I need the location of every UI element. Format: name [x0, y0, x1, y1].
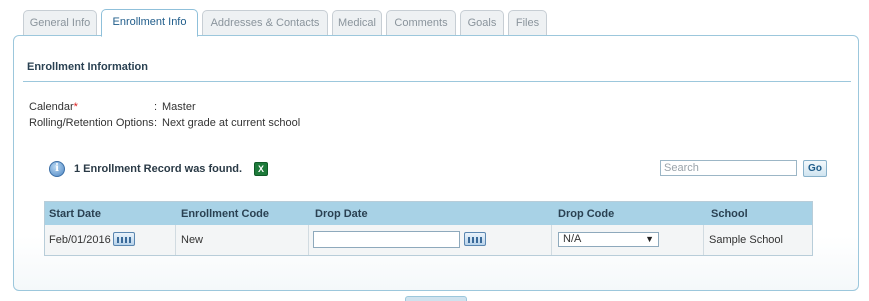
records-found-text: 1 Enrollment Record was found.	[74, 163, 243, 175]
section-divider	[23, 81, 851, 82]
school-value: Sample School	[709, 234, 783, 246]
drop-date-calendar-icon[interactable]	[464, 232, 486, 246]
tab-comments[interactable]: Comments	[386, 10, 456, 36]
tab-files[interactable]: Files	[508, 10, 547, 36]
drop-code-value: N/A	[563, 233, 582, 245]
column-school: School	[711, 208, 748, 220]
table-header: Start Date Enrollment Code Drop Date Dro…	[45, 202, 812, 225]
info-icon: i	[49, 161, 65, 177]
tab-addresses-contacts[interactable]: Addresses & Contacts	[202, 10, 328, 36]
enrollment-table: Start Date Enrollment Code Drop Date Dro…	[44, 201, 813, 256]
dropdown-arrow-icon: ▼	[645, 234, 654, 244]
table-row: Feb/01/2016 New N/A ▼ Sample School	[45, 225, 812, 255]
search-input[interactable]	[660, 160, 797, 176]
tab-medical[interactable]: Medical	[332, 10, 382, 36]
enrollment-code-value: New	[181, 234, 204, 246]
column-enrollment-code: Enrollment Code	[181, 208, 270, 220]
rolling-retention-separator: :	[154, 117, 158, 129]
drop-code-select[interactable]: N/A ▼	[558, 232, 659, 247]
enrollment-panel: Enrollment Information Calendar* : Maste…	[13, 35, 859, 291]
start-date-value: Feb/01/2016	[49, 234, 111, 246]
go-button[interactable]: Go	[803, 160, 827, 177]
tab-enrollment-info[interactable]: Enrollment Info	[101, 9, 198, 37]
rolling-retention-label: Rolling/Retention Options	[29, 117, 154, 129]
column-drop-code: Drop Code	[558, 208, 615, 220]
calendar-label: Calendar*	[29, 101, 78, 113]
column-divider	[175, 225, 176, 255]
section-title: Enrollment Information	[27, 61, 148, 73]
required-marker: *	[73, 101, 78, 113]
column-divider	[551, 225, 552, 255]
drop-date-input[interactable]	[313, 231, 460, 248]
tab-goals[interactable]: Goals	[460, 10, 504, 36]
excel-export-icon[interactable]: X	[254, 162, 268, 176]
tab-general-info[interactable]: General Info	[23, 10, 97, 36]
column-divider	[308, 225, 309, 255]
start-date-calendar-icon[interactable]	[113, 232, 135, 246]
column-divider	[703, 225, 704, 255]
calendar-value: Master	[162, 101, 196, 113]
calendar-separator: :	[154, 101, 158, 113]
bottom-button-edge[interactable]	[405, 296, 467, 301]
column-start-date: Start Date	[49, 208, 101, 220]
rolling-retention-value: Next grade at current school	[162, 117, 301, 129]
column-drop-date: Drop Date	[315, 208, 368, 220]
